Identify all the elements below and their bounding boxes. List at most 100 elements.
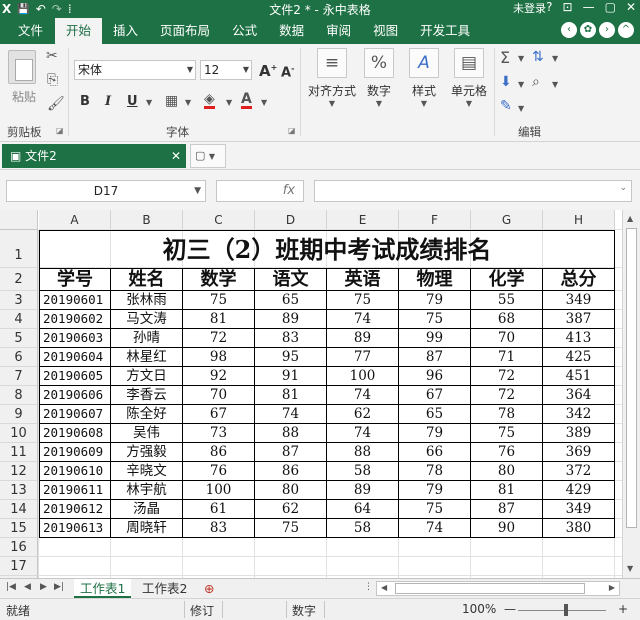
- underline-dropdown-icon[interactable]: ▼: [146, 98, 152, 107]
- table-cell[interactable]: 55: [471, 291, 543, 310]
- horizontal-scrollbar[interactable]: ◀ ▶: [376, 581, 620, 596]
- column-header-e[interactable]: E: [327, 210, 399, 230]
- table-cell[interactable]: 65: [399, 405, 471, 424]
- table-cell[interactable]: 77: [327, 348, 399, 367]
- table-cell[interactable]: 88: [327, 443, 399, 462]
- table-cell[interactable]: 72: [471, 367, 543, 386]
- tab-data[interactable]: 数据: [268, 18, 315, 44]
- table-cell[interactable]: 76: [471, 443, 543, 462]
- table-cell[interactable]: 80: [255, 481, 327, 500]
- sheet-tab-2[interactable]: 工作表2: [136, 579, 193, 598]
- header-cell[interactable]: 英语: [327, 268, 399, 291]
- clipboard-dialog-launcher-icon[interactable]: ◪: [56, 126, 64, 135]
- table-cell[interactable]: 78: [399, 462, 471, 481]
- border-icon[interactable]: ▦: [165, 93, 178, 109]
- row-header-6[interactable]: 6: [0, 348, 38, 367]
- prev-sheet-icon[interactable]: ◀: [24, 582, 31, 592]
- table-cell[interactable]: 67: [399, 386, 471, 405]
- table-cell[interactable]: 74: [327, 386, 399, 405]
- table-cell[interactable]: 87: [471, 500, 543, 519]
- table-cell[interactable]: 陈全好: [111, 405, 183, 424]
- table-cell[interactable]: 周晓轩: [111, 519, 183, 538]
- tab-view[interactable]: 视图: [362, 18, 409, 44]
- next-sheet-icon[interactable]: ▶: [40, 582, 47, 592]
- row-header-5[interactable]: 5: [0, 329, 38, 348]
- table-cell[interactable]: 64: [327, 500, 399, 519]
- table-cell[interactable]: 92: [183, 367, 255, 386]
- formula-input[interactable]: ⌄: [314, 180, 632, 202]
- row-header-8[interactable]: 8: [0, 386, 38, 405]
- status-revision[interactable]: 修订: [190, 602, 214, 619]
- table-cell[interactable]: 孙晴: [111, 329, 183, 348]
- table-cell[interactable]: 91: [255, 367, 327, 386]
- column-header-a[interactable]: A: [39, 210, 111, 230]
- table-cell[interactable]: 70: [183, 386, 255, 405]
- row-header-2[interactable]: 2: [0, 268, 38, 291]
- decrease-font-icon[interactable]: A-: [281, 64, 294, 80]
- table-cell[interactable]: 方强毅: [111, 443, 183, 462]
- scroll-down-icon[interactable]: ▼: [627, 564, 633, 573]
- table-cell[interactable]: 65: [255, 291, 327, 310]
- row-header-16[interactable]: 16: [0, 538, 38, 557]
- table-cell[interactable]: 89: [327, 481, 399, 500]
- fill-color-icon[interactable]: ◈: [204, 92, 215, 109]
- table-cell[interactable]: 86: [255, 462, 327, 481]
- scroll-right-icon[interactable]: ▶: [609, 583, 615, 592]
- column-header-h[interactable]: H: [543, 210, 615, 230]
- sort-filter-icon[interactable]: ⇅: [532, 49, 544, 65]
- table-cell[interactable]: 98: [183, 348, 255, 367]
- table-cell[interactable]: 100: [183, 481, 255, 500]
- table-cell[interactable]: 372: [543, 462, 615, 481]
- select-all-corner[interactable]: [0, 210, 38, 230]
- column-header-b[interactable]: B: [111, 210, 183, 230]
- table-cell[interactable]: 吴伟: [111, 424, 183, 443]
- table-cell[interactable]: 20190607: [39, 405, 111, 424]
- zoom-slider-knob[interactable]: [564, 604, 568, 616]
- table-cell[interactable]: 58: [327, 462, 399, 481]
- table-cell[interactable]: 20190604: [39, 348, 111, 367]
- table-cell[interactable]: 20190601: [39, 291, 111, 310]
- table-cell[interactable]: 20190611: [39, 481, 111, 500]
- row-header-17[interactable]: 17: [0, 557, 38, 576]
- table-cell[interactable]: 88: [255, 424, 327, 443]
- expand-formula-icon[interactable]: ⌄: [619, 183, 627, 193]
- paste-button-label[interactable]: 粘贴: [12, 88, 36, 105]
- table-cell[interactable]: 75: [327, 291, 399, 310]
- table-cell[interactable]: 95: [255, 348, 327, 367]
- table-cell[interactable]: 79: [399, 424, 471, 443]
- table-cell[interactable]: 辛晓文: [111, 462, 183, 481]
- ribbon-display-icon[interactable]: ⊡: [563, 0, 573, 14]
- scroll-thumb[interactable]: [626, 228, 637, 528]
- back-icon[interactable]: ‹: [561, 22, 577, 38]
- table-cell[interactable]: 20190610: [39, 462, 111, 481]
- login-link[interactable]: 未登录: [513, 0, 546, 16]
- spreadsheet-grid[interactable]: ABCDEFGH123456789101112131415161718初三（2）…: [0, 210, 622, 578]
- row-header-15[interactable]: 15: [0, 519, 38, 538]
- table-cell[interactable]: 75: [471, 424, 543, 443]
- row-header-7[interactable]: 7: [0, 367, 38, 386]
- table-cell[interactable]: 83: [255, 329, 327, 348]
- table-cell[interactable]: 汤晶: [111, 500, 183, 519]
- table-cell[interactable]: 马文涛: [111, 310, 183, 329]
- skin-icon[interactable]: ✿: [580, 22, 596, 38]
- row-header-11[interactable]: 11: [0, 443, 38, 462]
- sheet-tab-1[interactable]: 工作表1: [74, 579, 132, 598]
- autosum-dropdown-icon[interactable]: ▼: [518, 54, 524, 63]
- table-cell[interactable]: 413: [543, 329, 615, 348]
- table-cell[interactable]: 70: [471, 329, 543, 348]
- zoom-level[interactable]: 100%: [462, 602, 496, 616]
- header-cell[interactable]: 姓名: [111, 268, 183, 291]
- tab-insert[interactable]: 插入: [102, 18, 149, 44]
- hscroll-thumb[interactable]: [395, 583, 585, 594]
- table-cell[interactable]: 71: [471, 348, 543, 367]
- first-sheet-icon[interactable]: |◀: [6, 582, 16, 592]
- font-dialog-launcher-icon[interactable]: ◪: [288, 126, 296, 135]
- name-box[interactable]: D17 ▼: [6, 180, 206, 202]
- table-cell[interactable]: 20190605: [39, 367, 111, 386]
- header-cell[interactable]: 物理: [399, 268, 471, 291]
- table-cell[interactable]: 349: [543, 291, 615, 310]
- table-cell[interactable]: 75: [399, 310, 471, 329]
- table-cell[interactable]: 20190612: [39, 500, 111, 519]
- bold-button[interactable]: B: [80, 94, 90, 109]
- new-document-button[interactable]: ▢ ▼: [190, 144, 226, 168]
